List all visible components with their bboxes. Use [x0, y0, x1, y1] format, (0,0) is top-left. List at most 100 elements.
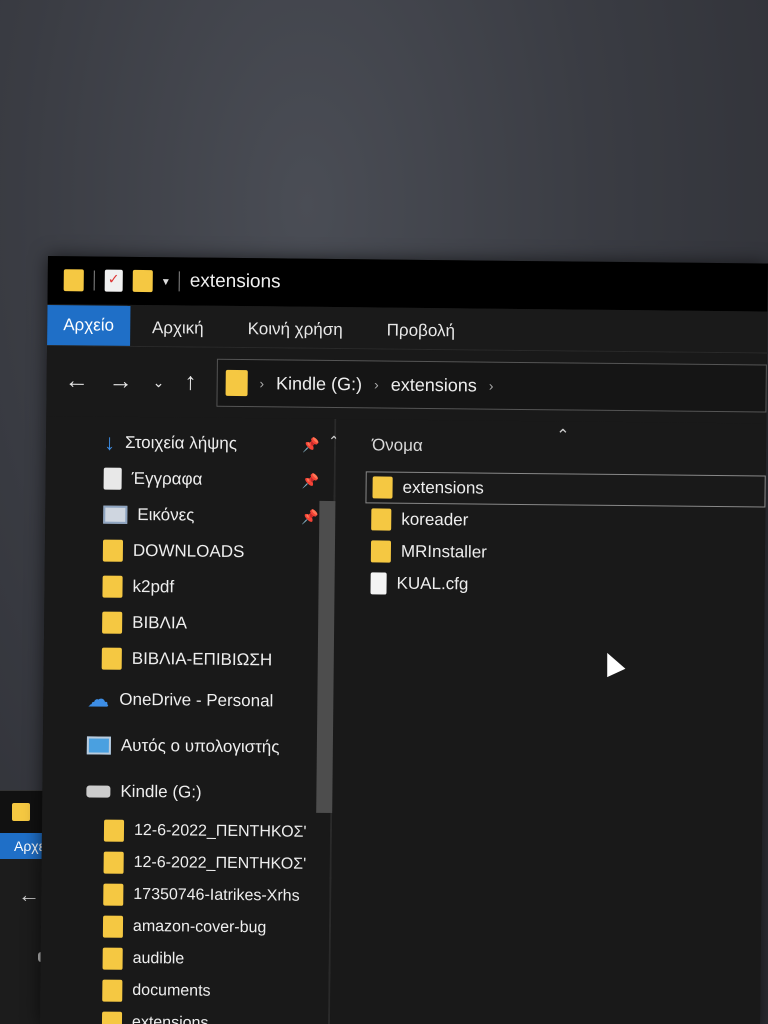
file-row[interactable]: koreader — [365, 503, 765, 539]
forward-arrow-icon[interactable]: → — [109, 368, 133, 396]
file-name: MRInstaller — [400, 541, 487, 562]
file-name: KUAL.cfg — [396, 573, 469, 594]
file-icon — [370, 572, 387, 595]
sidebar-item-kindle-child[interactable]: extensions — [40, 1006, 328, 1024]
sidebar-item-label: documents — [132, 981, 211, 1000]
computer-icon — [86, 736, 111, 755]
sidebar-item-label: 12-6-2022_ΠΕΝΤΗΚΟΣ' — [133, 821, 307, 841]
file-row[interactable]: extensions — [365, 471, 766, 508]
folder-icon — [372, 476, 393, 499]
folder-icon — [102, 539, 124, 562]
chevron-right-icon[interactable]: › — [374, 376, 379, 392]
sidebar-item-kindle-child[interactable]: 12-6-2022_ΠΕΝΤΗΚΟΣ' — [42, 814, 330, 849]
sidebar-item-pictures[interactable]: Εικόνες 📌 — [45, 496, 333, 535]
sidebar-item-kindle-child[interactable]: audible — [40, 942, 328, 977]
recent-locations-chevron-icon[interactable]: ⌄ — [153, 374, 165, 391]
folder-icon — [102, 915, 124, 938]
file-explorer-window: ▾ extensions Αρχείο Αρχική Κοινή χρήση Π… — [39, 256, 768, 1024]
sidebar-item-kindle-child[interactable]: 12-6-2022_ΠΕΝΤΗΚΟΣ' — [41, 846, 329, 881]
sidebar-item-onedrive[interactable]: ☁ OneDrive - Personal — [43, 676, 332, 725]
folder-icon — [102, 947, 123, 970]
column-header-name[interactable]: Όνομα ⌃ — [366, 419, 767, 475]
sidebar-item-kindle-drive[interactable]: Kindle (G:) — [42, 768, 331, 817]
folder-icon — [101, 647, 122, 670]
tab-home[interactable]: Αρχική — [130, 318, 226, 347]
sidebar-item-label: amazon-cover-bug — [132, 917, 267, 937]
up-arrow-icon[interactable]: ↑ — [184, 368, 196, 396]
pin-icon[interactable]: 📌 — [302, 472, 320, 489]
drive-icon — [86, 785, 111, 798]
properties-icon[interactable] — [104, 269, 123, 292]
sidebar-item-label: Εικόνες — [137, 504, 195, 525]
folder-icon — [101, 1011, 123, 1024]
sidebar-item-label: audible — [132, 949, 185, 968]
file-row[interactable]: MRInstaller — [365, 535, 765, 571]
folder-icon — [102, 979, 123, 1002]
file-name: koreader — [401, 509, 469, 530]
sidebar-item-label: Kindle (G:) — [120, 781, 202, 802]
sidebar-item-downloads[interactable]: ↓ Στοιχεία λήψης 📌 — [46, 424, 334, 463]
sort-ascending-icon: ⌃ — [556, 427, 570, 445]
sidebar-item-kindle-child[interactable]: documents — [40, 974, 328, 1009]
pin-icon[interactable]: 📌 — [301, 508, 319, 525]
title-bar: ▾ extensions — [47, 256, 768, 312]
chevron-right-icon[interactable]: › — [489, 378, 494, 394]
mouse-cursor-icon — [598, 648, 626, 678]
navigation-pane: ⌃ ↓ Στοιχεία λήψης 📌 Έγγραφα 📌 Εικόνες 📌… — [39, 415, 340, 1024]
breadcrumb-extensions[interactable]: extensions — [391, 374, 477, 396]
customize-quick-access-icon[interactable]: ▾ — [163, 274, 169, 288]
explorer-body: ⌃ ↓ Στοιχεία λήψης 📌 Έγγραφα 📌 Εικόνες 📌… — [39, 415, 767, 1024]
tab-file[interactable]: Αρχείο — [47, 304, 131, 346]
folder-icon — [102, 611, 123, 634]
folder-icon — [103, 851, 124, 874]
folder-icon — [102, 575, 123, 598]
sidebar-item-label: Στοιχεία λήψης — [124, 432, 238, 453]
folder-icon — [371, 508, 392, 531]
back-arrow-icon[interactable]: ← — [65, 367, 89, 395]
sidebar-item-kindle-child[interactable]: 17350746-Iatrikes-Xrhs — [41, 878, 329, 913]
file-row[interactable]: KUAL.cfg — [364, 567, 764, 603]
new-folder-icon[interactable] — [132, 269, 153, 293]
folder-icon — [63, 269, 84, 292]
file-list-pane: Όνομα ⌃ extensions koreader MRInstaller … — [329, 419, 767, 1024]
sidebar-item-k2pdf[interactable]: k2pdf — [44, 568, 332, 607]
download-icon: ↓ — [103, 429, 116, 455]
cloud-icon: ☁ — [87, 686, 110, 712]
chevron-right-icon[interactable]: › — [259, 375, 264, 391]
folder-icon — [103, 883, 124, 906]
file-name: extensions — [402, 477, 484, 498]
sidebar-item-label: OneDrive - Personal — [119, 689, 274, 711]
background-back-arrow-icon[interactable]: ← — [18, 882, 40, 908]
sidebar-item-label: DOWNLOADS — [132, 540, 245, 562]
sidebar-item-label: extensions — [131, 1013, 209, 1024]
pin-icon[interactable]: 📌 — [302, 436, 320, 453]
folder-icon — [370, 540, 392, 563]
sidebar-item-label: Αυτός ο υπολογιστής — [120, 735, 280, 757]
sidebar-item-kindle-child[interactable]: amazon-cover-bug — [41, 910, 329, 945]
sidebar-item-label: ΒΙΒΛΙΑ-ΕΠΙΒΙΩΣΗ — [131, 648, 273, 670]
sidebar-item-label: ΒΙΒΛΙΑ — [132, 612, 188, 633]
tab-view[interactable]: Προβολή — [365, 320, 478, 349]
sidebar-item-label: k2pdf — [132, 576, 175, 597]
folder-icon — [12, 803, 30, 821]
tab-share[interactable]: Κοινή χρήση — [225, 319, 364, 348]
window-title: extensions — [189, 270, 281, 293]
sidebar-item-documents[interactable]: Έγγραφα 📌 — [45, 460, 333, 499]
sidebar-item-this-pc[interactable]: Αυτός ο υπολογιστής — [43, 722, 332, 771]
navigation-bar: ← → ⌄ ↑ › Kindle (G:) › extensions › — [46, 345, 768, 424]
sidebar-item-vivlia-epiviosi[interactable]: ΒΙΒΛΙΑ-ΕΠΙΒΙΩΣΗ — [44, 640, 332, 679]
ribbon-tabs: Αρχείο Αρχική Κοινή χρήση Προβολή — [47, 303, 768, 354]
breadcrumb-kindle[interactable]: Kindle (G:) — [276, 373, 362, 395]
sidebar-item-vivlia[interactable]: ΒΙΒΛΙΑ — [44, 604, 332, 643]
column-header-label: Όνομα — [371, 435, 423, 455]
folder-icon — [225, 369, 248, 397]
separator — [93, 270, 95, 291]
sidebar-item-label: 12-6-2022_ΠΕΝΤΗΚΟΣ' — [133, 853, 307, 873]
separator — [178, 271, 180, 292]
folder-icon — [103, 819, 125, 842]
sidebar-item-label: Έγγραφα — [131, 468, 203, 489]
pictures-icon — [103, 505, 128, 524]
sidebar-item-downloads-folder[interactable]: DOWNLOADS — [45, 532, 333, 571]
address-bar[interactable]: › Kindle (G:) › extensions › — [216, 358, 767, 413]
document-icon — [103, 467, 122, 490]
